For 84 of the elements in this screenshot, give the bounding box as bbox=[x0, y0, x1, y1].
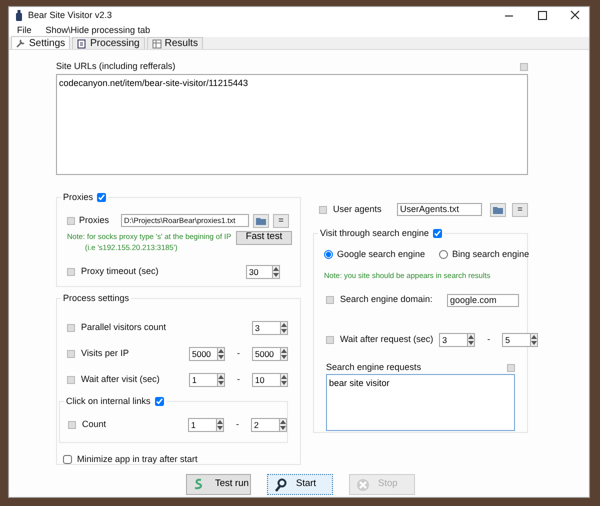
up-down-arrows-icon bbox=[281, 348, 287, 358]
spin-button[interactable] bbox=[216, 418, 224, 432]
field-label: Visits per IP bbox=[81, 346, 130, 360]
field-label: Search engine domain: bbox=[340, 293, 434, 306]
menu-item[interactable]: File bbox=[17, 24, 32, 38]
field-label: Wait after request (sec) bbox=[340, 333, 434, 346]
folder-icon bbox=[256, 216, 266, 224]
domain-field[interactable]: google.com bbox=[447, 294, 519, 306]
range-separator: - bbox=[237, 346, 240, 360]
window-title: Bear Site Visitor v2.3 bbox=[28, 8, 113, 22]
action-button[interactable]: Start bbox=[267, 474, 333, 495]
radio-label: Bing search engine bbox=[452, 248, 530, 261]
field-label: Search engine requests bbox=[326, 360, 422, 374]
number-field[interactable]: 3 bbox=[439, 332, 468, 347]
up-down-arrows-icon bbox=[280, 420, 286, 430]
fast-test-button[interactable]: Fast test bbox=[236, 230, 292, 244]
up-down-arrows-icon bbox=[468, 334, 474, 345]
table-icon bbox=[152, 38, 162, 48]
edit-button[interactable]: = bbox=[512, 202, 528, 216]
minimize-checkbox[interactable] bbox=[63, 454, 72, 464]
tab[interactable]: Processing bbox=[72, 37, 145, 49]
url-textarea[interactable]: codecanyon.net/item/bear-site-visitor/11215443 bbox=[56, 74, 528, 174]
number-field[interactable]: 2 bbox=[251, 418, 279, 432]
file-path-field[interactable]: UserAgents.txt bbox=[397, 203, 482, 216]
spin-button[interactable] bbox=[280, 372, 288, 386]
range-separator: - bbox=[237, 372, 240, 386]
app-icon bbox=[15, 10, 23, 21]
spin-button[interactable] bbox=[280, 346, 288, 360]
field-label: Proxy timeout (sec) bbox=[81, 265, 160, 278]
number-field[interactable]: 3 bbox=[252, 320, 280, 334]
range-separator: - bbox=[236, 418, 239, 431]
up-down-arrows-icon bbox=[218, 348, 224, 358]
internal-links-checkbox[interactable] bbox=[154, 396, 164, 406]
browse-button[interactable] bbox=[490, 202, 506, 216]
spin-button[interactable] bbox=[217, 372, 225, 386]
spin-button[interactable] bbox=[279, 418, 287, 432]
proxies-checkbox[interactable] bbox=[97, 192, 106, 202]
tab[interactable]: Results bbox=[146, 37, 203, 49]
field-label: User agents bbox=[333, 202, 383, 216]
range-separator: - bbox=[487, 333, 490, 346]
field-label: Count bbox=[82, 418, 108, 431]
tab[interactable]: Settings bbox=[11, 36, 70, 49]
search-engine-checkbox[interactable] bbox=[432, 228, 442, 238]
field-label: Wait after visit (sec) bbox=[81, 372, 161, 386]
up-down-arrows-icon bbox=[531, 334, 538, 345]
radio-button[interactable] bbox=[324, 250, 333, 259]
up-down-arrows-icon bbox=[217, 420, 223, 430]
number-field[interactable]: 5000 bbox=[189, 346, 217, 360]
spin-button[interactable] bbox=[467, 332, 476, 347]
field-label: Parallel visitors count bbox=[81, 320, 168, 334]
field-label: Site URLs (including refferals) bbox=[56, 60, 176, 73]
requests-textarea[interactable]: bear site visitor bbox=[326, 374, 515, 432]
number-field[interactable]: 5 bbox=[502, 332, 530, 347]
number-field[interactable]: 5000 bbox=[252, 346, 280, 360]
browse-button[interactable] bbox=[253, 214, 269, 228]
checkbox-label: Minimize app in tray after start bbox=[77, 452, 198, 466]
menu-item[interactable]: Show\Hide processing tab bbox=[46, 24, 150, 38]
close-icon bbox=[569, 10, 581, 21]
maximize-icon bbox=[536, 10, 548, 21]
number-field[interactable]: 10 bbox=[252, 372, 280, 386]
edit-button[interactable]: = bbox=[273, 214, 289, 228]
up-down-arrows-icon bbox=[218, 374, 224, 384]
number-field[interactable]: 1 bbox=[189, 372, 217, 386]
radio-button[interactable] bbox=[439, 250, 448, 259]
field-label: Proxies bbox=[79, 214, 110, 227]
spin-button[interactable] bbox=[217, 346, 225, 360]
number-field[interactable]: 1 bbox=[188, 418, 216, 432]
spin-button[interactable] bbox=[272, 265, 280, 279]
number-field[interactable]: 30 bbox=[246, 265, 272, 279]
group-label: Click on internal links bbox=[66, 394, 151, 408]
up-down-arrows-icon bbox=[281, 374, 287, 384]
group-label: Proxies bbox=[63, 190, 94, 204]
up-down-arrows-icon bbox=[273, 267, 279, 277]
cross-icon bbox=[356, 478, 370, 492]
wrench-icon bbox=[16, 38, 26, 48]
radio-label: Google search engine bbox=[337, 248, 426, 261]
doc-icon bbox=[77, 38, 88, 48]
up-down-arrows-icon bbox=[281, 322, 287, 332]
folder-icon bbox=[493, 206, 503, 214]
spin-button[interactable] bbox=[530, 332, 538, 347]
group-label: Process settings bbox=[63, 292, 130, 305]
group-label: Visit through search engine bbox=[320, 226, 429, 240]
action-button[interactable]: Test run bbox=[186, 474, 251, 495]
spin-button[interactable] bbox=[280, 320, 288, 334]
